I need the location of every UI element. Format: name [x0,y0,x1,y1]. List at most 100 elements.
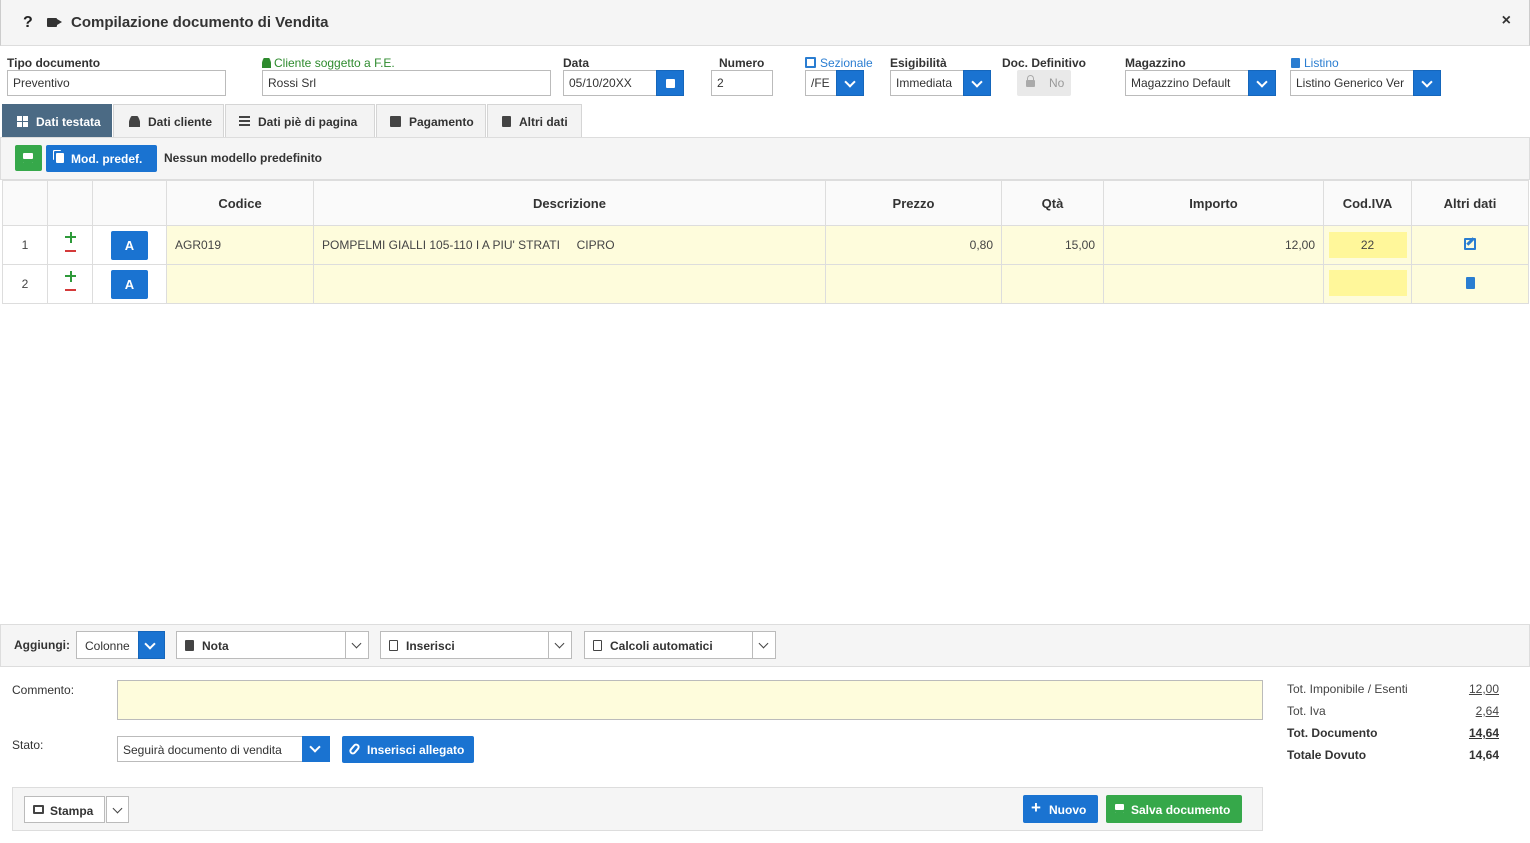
cell-qta[interactable]: 15,00 [1001,225,1104,265]
calcoli-automatici-button[interactable]: Calcoli automatici [584,631,753,659]
cell-descrizione[interactable] [313,264,826,304]
magazzino-select[interactable]: Magazzino Default [1125,70,1249,96]
magazzino-dropdown-button[interactable] [1248,70,1276,96]
save-model-button[interactable] [15,145,42,171]
tab-dati-testata[interactable]: Dati testata [2,104,112,137]
listino-dropdown-button[interactable] [1413,70,1441,96]
esigibilita-label: Esigibilità [890,56,947,70]
cell-descrizione[interactable]: POMPELMI GIALLI 105-110 I A PIU' STRATI … [313,225,826,265]
nota-button[interactable]: Nota [176,631,346,659]
cell-importo[interactable]: 12,00 [1103,225,1324,265]
tab-label: Altri dati [519,115,568,129]
tab-altri-dati[interactable]: Altri dati [487,104,582,137]
cliente-label[interactable]: Cliente soggetto a F.E. [262,56,395,70]
esigibilita-select[interactable]: Immediata [890,70,964,96]
doc-definitivo-label: Doc. Definitivo [1002,56,1087,70]
col-header-qta[interactable]: Qtà [1001,180,1104,226]
cod-iva-value[interactable] [1328,269,1407,296]
salva-documento-button[interactable]: Salva documento [1106,795,1242,823]
total-value[interactable]: 12,00 [1469,682,1499,696]
nota-dropdown-button[interactable] [345,631,369,659]
esigibilita-dropdown-button[interactable] [963,70,991,96]
salva-label: Salva documento [1131,803,1231,817]
inserisci-button[interactable]: Inserisci [380,631,549,659]
close-icon[interactable]: × [1502,12,1511,30]
title-bar: ? Compilazione documento di Vendita × [0,0,1530,46]
tab-dati-pie-di-pagina[interactable]: Dati piè di pagina [225,104,375,137]
tab-dati-cliente[interactable]: Dati cliente [113,104,224,137]
nuovo-button[interactable]: Nuovo [1023,795,1098,823]
file-icon[interactable] [1465,276,1475,289]
cell-prezzo[interactable] [825,264,1002,304]
cell-codice[interactable]: AGR019 [166,225,314,265]
colonne-dropdown-button[interactable] [138,631,165,659]
col-header-num [2,180,48,226]
tab-pagamento[interactable]: Pagamento [376,104,486,137]
remove-row-icon[interactable] [65,289,76,291]
sezionale-dropdown-button[interactable] [836,70,864,96]
stampa-label: Stampa [50,804,94,818]
row-number: 1 [2,225,48,265]
add-row-icon[interactable] [65,232,76,243]
calendar-button[interactable] [656,70,684,96]
stato-dropdown-button[interactable] [302,736,330,762]
edit-icon [389,640,398,651]
total-row: Tot. Iva 2,64 [1287,704,1499,726]
inserisci-dropdown-button[interactable] [548,631,572,659]
colonne-select[interactable]: Colonne [76,631,139,659]
sezionale-select[interactable]: /FE [805,70,837,96]
stampa-dropdown-button[interactable] [106,796,129,823]
tipo-documento-label: Tipo documento [7,56,101,70]
article-button[interactable]: A [111,269,148,299]
copy-icon [1291,58,1300,68]
col-header-importo[interactable]: Importo [1103,180,1324,226]
cell-qta[interactable] [1001,264,1104,304]
video-camera-icon[interactable] [47,18,62,27]
col-header-altri-dati[interactable]: Altri dati [1411,180,1529,226]
edit-icon[interactable] [1464,237,1476,250]
help-icon[interactable]: ? [23,14,33,32]
inserisci-label: Inserisci [406,639,455,653]
table-icon [17,116,28,127]
cliente-input[interactable]: Rossi Srl [262,70,551,96]
calendar-icon [390,116,401,127]
col-header-cod-iva[interactable]: Cod.IVA [1323,180,1412,226]
window-title: Compilazione documento di Vendita [71,14,329,31]
col-header-prezzo[interactable]: Prezzo [825,180,1002,226]
cell-cod-iva[interactable]: 22 [1323,225,1412,265]
cell-prezzo[interactable]: 0,80 [825,225,1002,265]
numero-input[interactable]: 2 [711,70,773,96]
remove-row-icon[interactable] [65,250,76,252]
mod-predef-button[interactable]: Mod. predef. [46,145,157,172]
cod-iva-value[interactable]: 22 [1328,232,1407,258]
sezionale-label[interactable]: Sezionale [805,56,873,70]
calcoli-dropdown-button[interactable] [752,631,776,659]
print-icon [33,805,44,814]
inserisci-allegato-button[interactable]: Inserisci allegato [342,736,474,763]
listino-label[interactable]: Listino [1291,56,1339,70]
stato-select[interactable]: Seguirà documento di vendita [117,736,303,762]
add-row-icon[interactable] [65,271,76,282]
col-header-descrizione[interactable]: Descrizione [313,180,826,226]
numero-label: Numero [719,56,765,70]
cell-codice[interactable] [166,264,314,304]
cell-cod-iva[interactable] [1323,264,1412,304]
total-value[interactable]: 14,64 [1469,726,1499,740]
calcoli-label: Calcoli automatici [610,639,713,653]
data-input[interactable]: 05/10/20XX [563,70,657,96]
table-row: 2 A [2,264,1529,304]
stampa-button[interactable]: Stampa [24,796,105,823]
tipo-documento-input[interactable]: Preventivo [7,70,226,96]
row-a-cell: A [92,225,167,265]
total-value[interactable]: 2,64 [1476,704,1499,718]
file-icon [185,640,194,651]
cell-importo[interactable] [1103,264,1324,304]
col-header-codice[interactable]: Codice [166,180,314,226]
commento-textarea[interactable] [117,680,1263,720]
lock-icon [1026,75,1035,87]
calculator-icon [593,640,602,651]
mod-predef-label: Mod. predef. [71,152,143,166]
tab-label: Dati testata [36,115,101,129]
article-button[interactable]: A [111,230,148,260]
listino-select[interactable]: Listino Generico Ver [1290,70,1414,96]
